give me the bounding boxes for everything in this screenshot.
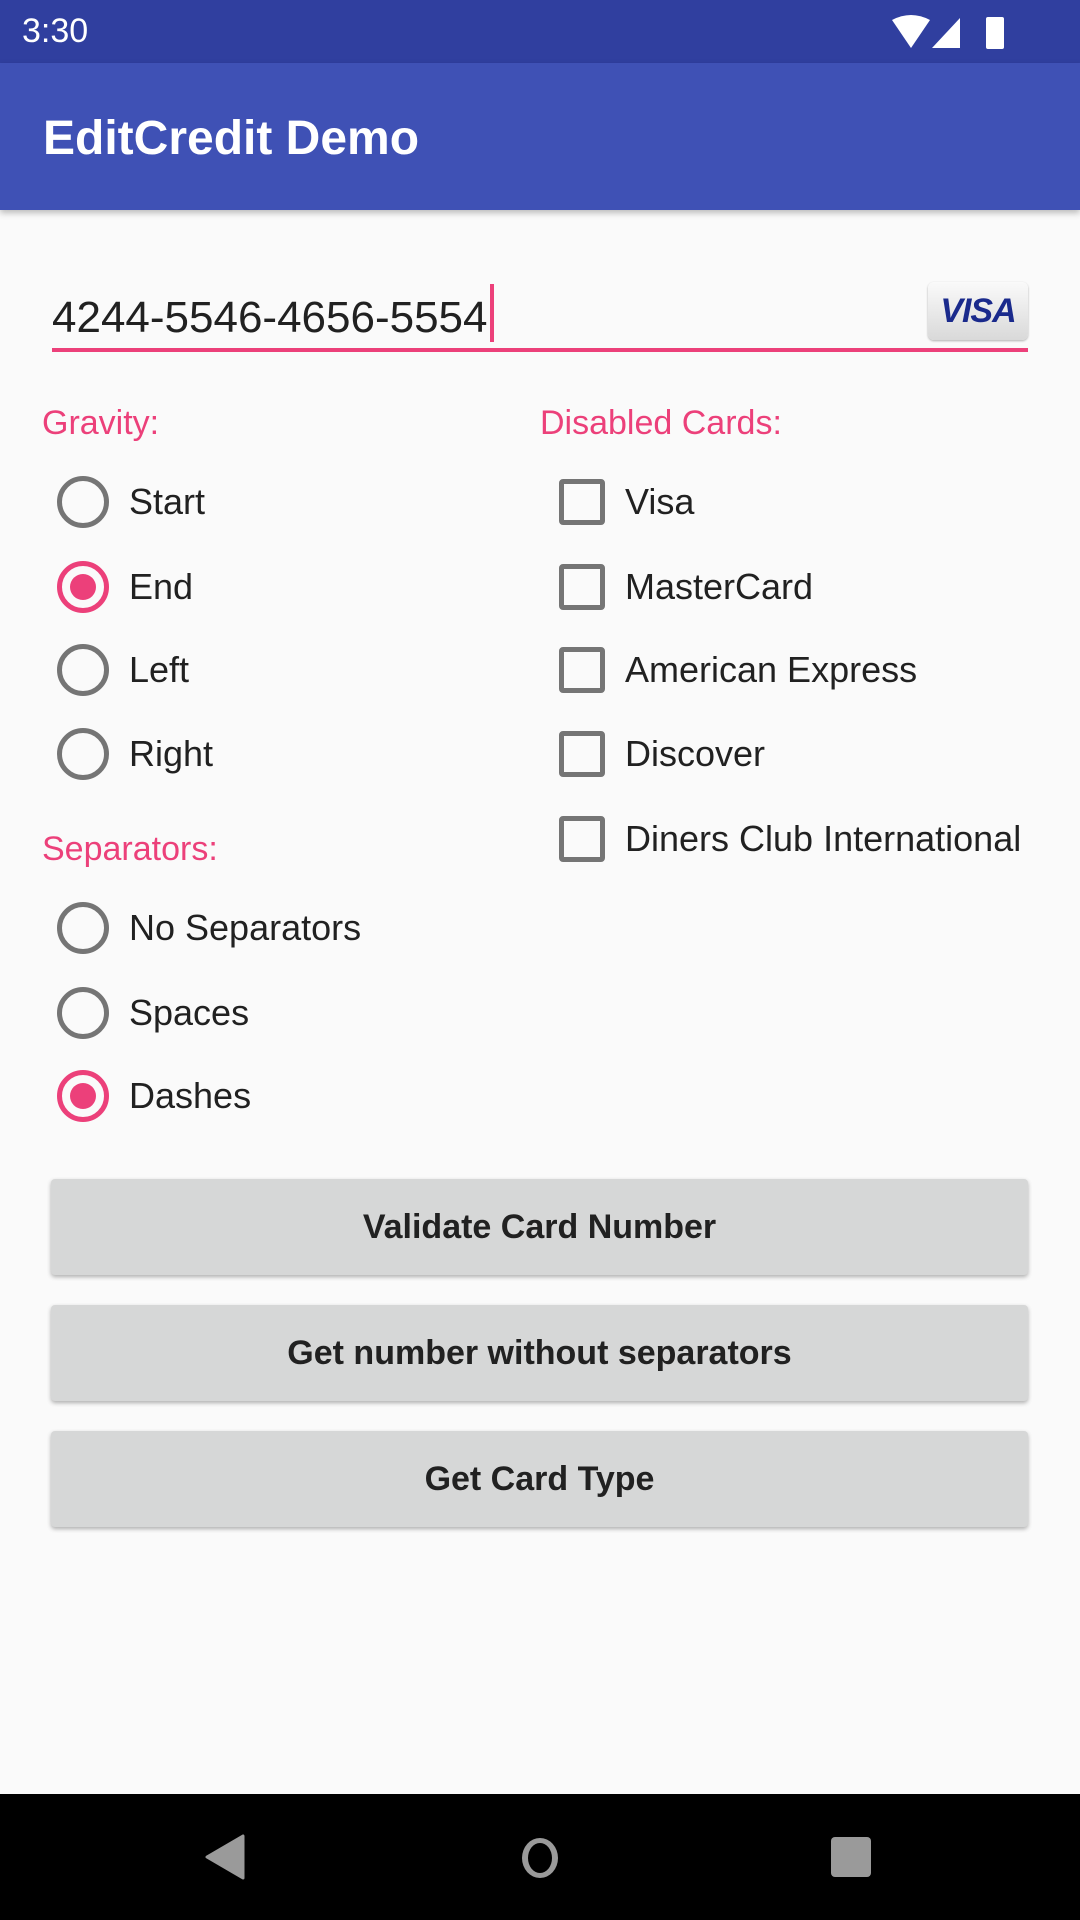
- radio-no-separators[interactable]: No Separators: [57, 893, 361, 963]
- option-label: Spaces: [129, 992, 250, 1033]
- radio-icon: [57, 476, 109, 528]
- checkbox-visa[interactable]: Visa: [559, 467, 694, 537]
- get-number-without-separators-button[interactable]: Get number without separators: [51, 1305, 1028, 1401]
- checkbox-icon: [559, 564, 605, 610]
- radio-icon: [57, 644, 109, 696]
- visa-card-icon: VISA: [928, 282, 1028, 340]
- radio-checked-icon: [57, 1070, 109, 1122]
- option-label: Right: [129, 733, 214, 774]
- checkbox-icon: [559, 647, 605, 693]
- option-label: Diners Club International: [625, 818, 1022, 859]
- option-label: Dashes: [129, 1075, 252, 1116]
- wifi-icon: [892, 15, 930, 48]
- checkbox-icon: [559, 731, 605, 777]
- checkbox-american-express[interactable]: American Express: [559, 635, 917, 705]
- signal-icon: [932, 18, 960, 48]
- radio-gravity-left[interactable]: Left: [57, 635, 189, 705]
- text-cursor: [489, 284, 494, 342]
- checkbox-diners-club[interactable]: Diners Club International: [559, 804, 1021, 874]
- option-label: American Express: [625, 649, 918, 690]
- gravity-label: Gravity:: [42, 404, 160, 442]
- checkbox-icon: [559, 479, 605, 525]
- checkbox-icon: [559, 816, 605, 862]
- radio-gravity-start[interactable]: Start: [57, 467, 205, 537]
- option-label: End: [129, 566, 194, 607]
- status-icons: [892, 15, 1004, 49]
- battery-icon: [986, 17, 1004, 49]
- get-card-type-button[interactable]: Get Card Type: [51, 1431, 1028, 1527]
- back-icon[interactable]: [205, 1834, 245, 1880]
- option-label: MasterCard: [625, 566, 814, 607]
- checkbox-mastercard[interactable]: MasterCard: [559, 552, 813, 622]
- radio-spaces[interactable]: Spaces: [57, 978, 249, 1048]
- option-label: No Separators: [129, 907, 362, 948]
- option-label: Discover: [625, 733, 766, 774]
- home-icon[interactable]: [520, 1836, 560, 1880]
- radio-gravity-right[interactable]: Right: [57, 719, 213, 789]
- option-label: Visa: [625, 481, 695, 522]
- option-label: Left: [129, 649, 190, 690]
- status-bar: 3:30: [0, 0, 1080, 63]
- radio-icon: [57, 728, 109, 780]
- radio-gravity-end[interactable]: End: [57, 552, 193, 622]
- card-number-value: 4244-5546-4656-5554: [52, 293, 488, 342]
- separators-label: Separators:: [42, 830, 218, 868]
- app-title: EditCredit Demo: [43, 112, 420, 165]
- radio-icon: [57, 902, 109, 954]
- recents-icon[interactable]: [830, 1836, 872, 1878]
- option-label: Start: [129, 481, 206, 522]
- app-bar: EditCredit Demo: [0, 63, 1080, 210]
- radio-checked-icon: [57, 561, 109, 613]
- radio-dashes[interactable]: Dashes: [57, 1061, 251, 1131]
- navigation-bar: [0, 1794, 1080, 1920]
- clock: 3:30: [22, 12, 89, 50]
- checkbox-discover[interactable]: Discover: [559, 719, 765, 789]
- validate-card-button[interactable]: Validate Card Number: [51, 1179, 1028, 1275]
- radio-icon: [57, 987, 109, 1039]
- card-number-input[interactable]: 4244-5546-4656-5554: [52, 270, 1028, 352]
- disabled-cards-label: Disabled Cards:: [540, 404, 782, 442]
